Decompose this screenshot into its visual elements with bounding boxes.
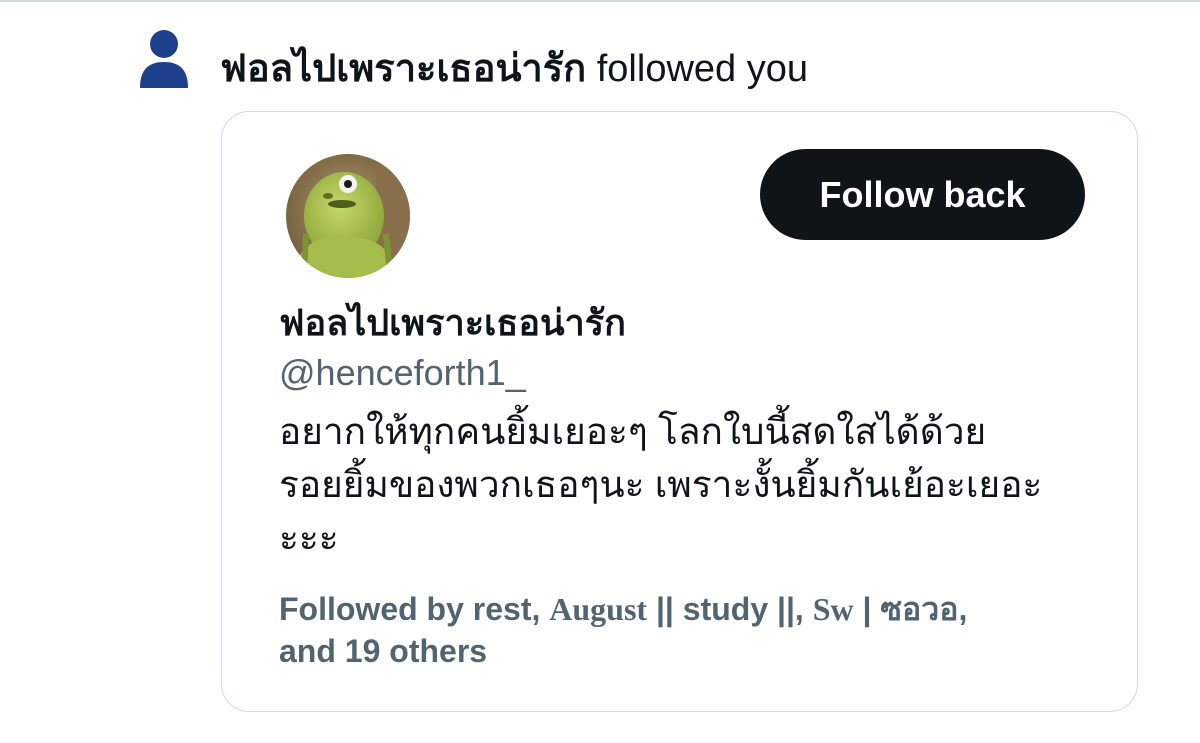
follow-back-button[interactable]: Follow back — [760, 149, 1085, 240]
top-divider — [0, 0, 1200, 2]
followed-by-prefix: Followed by rest, — [279, 591, 550, 627]
bio-line: อยากให้ทุกคนยิ้มเยอะๆ โลกใบนี้สดใสได้ด้ว… — [279, 411, 987, 452]
followed-by-line-1: Followed by rest, August || study ||, Sw… — [279, 588, 1099, 630]
user-card[interactable]: Follow back ฟอลไปเพราะเธอน่ารัก @hencefo… — [221, 111, 1138, 712]
followed-by-line-2: and 19 others — [279, 633, 488, 669]
user-bio: อยากให้ทุกคนยิ้มเยอะๆ โลกใบนี้สดใสได้ด้ว… — [279, 405, 1099, 564]
followed-by-user: August — [549, 591, 648, 627]
person-icon — [138, 28, 190, 90]
bio-line: ะะะ — [279, 517, 339, 558]
avatar[interactable] — [286, 154, 410, 278]
user-handle[interactable]: @henceforth1_ — [279, 348, 526, 398]
notification-text: ฟอลไปเพราะเธอน่ารัก followed you — [220, 44, 808, 94]
follower-name-link[interactable]: ฟอลไปเพราะเธอน่ารัก — [220, 48, 586, 90]
followed-by-user: || study ||, — [647, 591, 813, 627]
followed-by-summary[interactable]: Followed by rest, August || study ||, Sw… — [279, 588, 1099, 672]
followed-by-user: Sw — [812, 591, 854, 627]
display-name[interactable]: ฟอลไปเพราะเธอน่ารัก — [279, 298, 626, 348]
notification-action: followed you — [586, 48, 808, 90]
bio-line: รอยยิ้มของพวกเธอๆนะ เพราะงั้นยิ้มกันเย้อ… — [279, 464, 1043, 505]
followed-by-user: | ซอวอ, — [853, 591, 968, 627]
